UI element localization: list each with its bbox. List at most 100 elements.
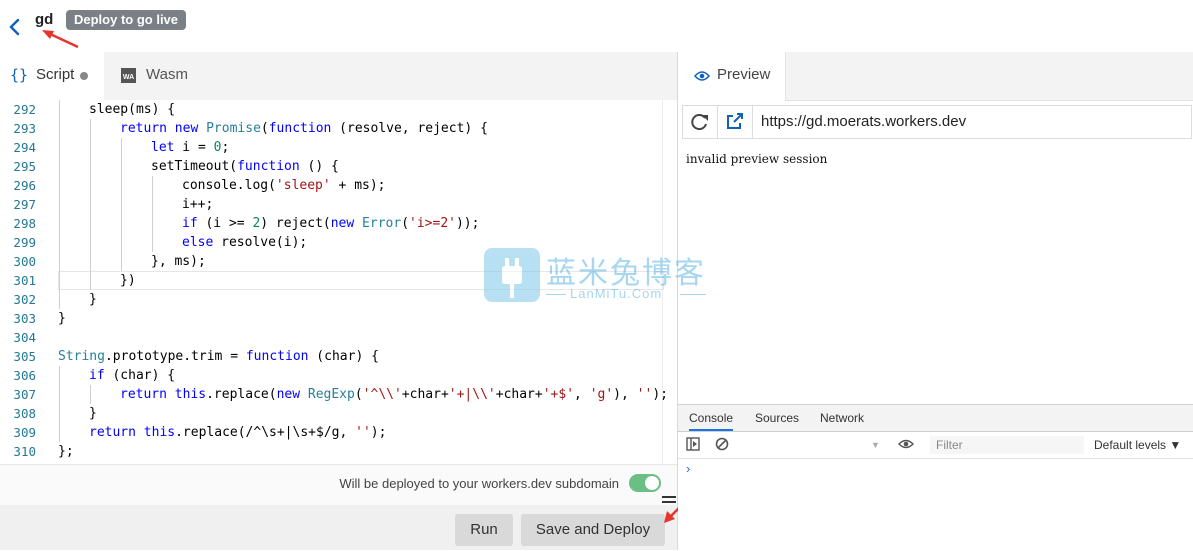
tab-network[interactable]: Network [820, 411, 864, 425]
line-number: 307 [13, 387, 36, 402]
indent-guide [121, 176, 122, 195]
default-levels-dropdown[interactable]: Default levels ▼ [1094, 438, 1181, 452]
code-line[interactable]: 304 [0, 328, 662, 347]
indent-guide [59, 252, 60, 271]
devtools-panel: Console Sources Network ▼ Filter Default… [678, 404, 1193, 551]
code-line[interactable]: 297 i++; [0, 195, 662, 214]
workers-dev-toggle[interactable] [629, 474, 661, 492]
pane-splitter-handle[interactable] [662, 492, 676, 512]
code-text: i++; [182, 197, 214, 212]
toggle-knob [645, 476, 659, 490]
line-number: 299 [13, 235, 36, 250]
code-line[interactable]: 303} [0, 309, 662, 328]
code-text: let i = 0; [151, 140, 230, 155]
code-line[interactable]: 298 if (i >= 2) reject(new Error('i>=2'))… [0, 214, 662, 233]
context-dropdown-icon[interactable]: ▼ [871, 440, 880, 450]
line-number: 306 [13, 368, 36, 383]
indent-guide [121, 252, 122, 271]
console-toolbar: ▼ Filter Default levels ▼ [678, 432, 1193, 459]
console-prompt[interactable]: › [686, 461, 690, 476]
code-line[interactable]: 293 return new Promise(function (resolve,… [0, 119, 662, 138]
indent-guide [90, 119, 91, 138]
indent-guide [90, 271, 91, 290]
indent-guide [59, 195, 60, 214]
tab-sources[interactable]: Sources [755, 411, 799, 425]
code-line[interactable]: 310}; [0, 442, 662, 461]
tab-script-label: Script [36, 66, 75, 83]
preview-url-bar: https://gd.moerats.workers.dev [682, 105, 1192, 139]
devtools-tabs: Console Sources Network [678, 405, 1193, 432]
indent-guide [59, 119, 60, 138]
line-number: 309 [13, 425, 36, 440]
refresh-button[interactable] [683, 106, 718, 138]
tab-console[interactable]: Console [689, 411, 734, 431]
indent-guide [90, 252, 91, 271]
code-line[interactable]: 305 String.prototype.trim = function (cha… [0, 347, 662, 366]
indent-guide [152, 214, 153, 233]
indent-guide [121, 138, 122, 157]
watermark-rule [680, 294, 706, 295]
save-and-deploy-button[interactable]: Save and Deploy [521, 514, 665, 546]
tab-wasm-label: Wasm [146, 66, 188, 83]
code-line[interactable]: 295 setTimeout(function () { [0, 157, 662, 176]
tab-preview-label: Preview [717, 66, 771, 83]
annotation-arrow-icon [42, 30, 79, 49]
indent-guide [59, 366, 60, 385]
indent-guide [121, 233, 122, 252]
code-line[interactable]: 294 let i = 0; [0, 138, 662, 157]
code-line[interactable]: 296 console.log('sleep' + ms); [0, 176, 662, 195]
plug-logo-icon [484, 248, 540, 302]
indent-guide [59, 233, 60, 252]
clear-console-icon[interactable] [715, 437, 729, 451]
deploy-note: Will be deployed to your workers.dev sub… [339, 476, 619, 491]
line-number: 294 [13, 140, 36, 155]
curly-braces-icon: {} [10, 66, 29, 84]
code-text: return this.replace(new RegExp('^\\'+cha… [120, 387, 668, 402]
run-button[interactable]: Run [455, 514, 513, 546]
status-badge: Deploy to go live [66, 10, 187, 30]
tab-wasm[interactable]: WA Wasm [104, 52, 214, 100]
line-number: 293 [13, 121, 36, 136]
line-number: 298 [13, 216, 36, 231]
line-number: 303 [13, 311, 36, 326]
back-button[interactable] [6, 16, 24, 38]
sidebar-toggle-icon[interactable] [686, 437, 700, 451]
code-line[interactable]: 309 return this.replace(/^\s+|\s+$/g, '')… [0, 423, 662, 442]
watermark: 蓝米兔博客 LanMiTu.Com [484, 248, 714, 304]
line-number: 297 [13, 197, 36, 212]
preview-url[interactable]: https://gd.moerats.workers.dev [761, 113, 966, 130]
tab-preview[interactable]: Preview [678, 52, 786, 101]
indent-guide [59, 290, 60, 309]
code-text: return new Promise(function (resolve, re… [120, 121, 488, 136]
code-line[interactable]: 307 return this.replace(new RegExp('^\\'+… [0, 385, 668, 404]
code-line[interactable]: 308} [0, 404, 662, 423]
indent-guide [90, 214, 91, 233]
line-number: 296 [13, 178, 36, 193]
eye-icon [694, 71, 710, 81]
code-text: if (char) { [89, 368, 176, 383]
eye-icon[interactable] [898, 437, 914, 451]
code-text: setTimeout(function () { [151, 159, 339, 174]
watermark-rule [546, 294, 566, 295]
indent-guide [121, 195, 122, 214]
indent-guide [121, 157, 122, 176]
indent-guide [90, 176, 91, 195]
indent-guide [59, 271, 60, 290]
tab-script[interactable]: {} Script [0, 52, 104, 101]
worker-name[interactable]: gd [35, 11, 53, 28]
console-filter-input[interactable]: Filter [930, 436, 1084, 454]
watermark-en-text: LanMiTu.Com [570, 286, 663, 301]
open-in-new-tab-button[interactable] [718, 106, 753, 138]
code-line[interactable]: 292 sleep(ms) { [0, 100, 662, 119]
code-text: sleep(ms) { [89, 102, 176, 117]
line-number: 308 [13, 406, 36, 421]
indent-guide [59, 157, 60, 176]
unsaved-dot-icon [80, 72, 88, 80]
indent-guide [59, 176, 60, 195]
indent-guide [59, 214, 60, 233]
external-link-icon [727, 113, 743, 129]
indent-guide [59, 138, 60, 157]
line-number: 310 [13, 444, 36, 459]
indent-guide [59, 404, 60, 423]
code-line[interactable]: 306 if (char) { [0, 366, 662, 385]
